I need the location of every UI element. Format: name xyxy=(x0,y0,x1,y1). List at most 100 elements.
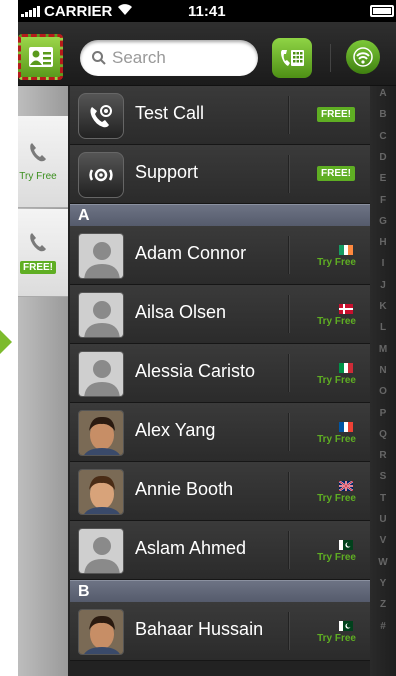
contact-row[interactable]: Adam Connor Try Free xyxy=(70,226,370,285)
status-bar: CARRIER 11:41 xyxy=(18,0,396,22)
index-letter[interactable]: G xyxy=(370,216,396,227)
index-letter[interactable]: E xyxy=(370,173,396,184)
test-call-row[interactable]: Test Call FREE! xyxy=(70,86,370,145)
try-free-button[interactable]: Try Free xyxy=(317,257,356,268)
index-letter[interactable]: Y xyxy=(370,578,396,589)
row-divider xyxy=(288,236,289,274)
contact-name: Aslam Ahmed xyxy=(135,538,247,558)
signal-icon xyxy=(21,5,40,17)
italy-flag-icon xyxy=(339,360,353,373)
highlight-arrow xyxy=(0,330,12,354)
contact-name: Alessia Caristo xyxy=(135,361,256,381)
index-letter[interactable]: R xyxy=(370,450,396,461)
phone-screen: CARRIER 11:41 Search Try Free FREE! Test… xyxy=(18,0,396,676)
phone-icon xyxy=(30,233,46,252)
index-letter[interactable]: Q xyxy=(370,429,396,440)
index-letter[interactable]: J xyxy=(370,280,396,291)
contact-row[interactable]: Alessia Caristo Try Free xyxy=(70,344,370,403)
toolbar-divider xyxy=(330,44,331,72)
index-letter[interactable]: M xyxy=(370,344,396,355)
wifi-icon xyxy=(117,2,133,19)
row-divider xyxy=(288,155,289,193)
index-letter[interactable]: L xyxy=(370,322,396,333)
uk-flag-icon xyxy=(338,478,354,492)
row-divider xyxy=(288,295,289,333)
ireland-flag-icon xyxy=(339,242,353,255)
avatar xyxy=(78,609,124,655)
clock: 11:41 xyxy=(188,3,226,20)
top-bar xyxy=(18,22,396,86)
avatar xyxy=(78,351,124,397)
contact-name: Test Call xyxy=(135,103,205,123)
contact-row[interactable]: Bahaar Hussain Try Free xyxy=(70,602,370,661)
avatar xyxy=(78,292,124,338)
left-action-panel: Try Free FREE! xyxy=(18,86,68,676)
contact-name: Ailsa Olsen xyxy=(135,302,227,322)
try-free-button[interactable]: Try Free xyxy=(317,316,356,327)
row-divider xyxy=(288,472,289,510)
index-letter[interactable]: K xyxy=(370,301,396,312)
contacts-button[interactable] xyxy=(18,34,63,80)
row-divider xyxy=(288,612,289,650)
index-letter[interactable]: W xyxy=(370,557,396,568)
avatar xyxy=(78,528,124,574)
support-row[interactable]: Support FREE! xyxy=(70,145,370,204)
row-divider xyxy=(288,413,289,451)
try-free-button[interactable]: Try Free xyxy=(317,434,356,445)
index-letter[interactable]: F xyxy=(370,195,396,206)
support-icon xyxy=(78,152,124,198)
contact-row[interactable]: Ailsa Olsen Try Free xyxy=(70,285,370,344)
index-letter[interactable]: B xyxy=(370,109,396,120)
index-letter[interactable]: U xyxy=(370,514,396,525)
free-badge: FREE! xyxy=(317,166,355,181)
index-letter[interactable]: C xyxy=(370,131,396,142)
battery-icon xyxy=(370,5,394,17)
index-letter[interactable]: T xyxy=(370,493,396,504)
alphabet-index[interactable]: A B C D E F G H I J K L M N O P Q R S T U V W Y Z # xyxy=(370,86,396,676)
search-input[interactable] xyxy=(112,48,252,68)
index-letter[interactable]: H xyxy=(370,237,396,248)
test-call-icon xyxy=(78,93,124,139)
index-letter[interactable]: Z xyxy=(370,599,396,610)
section-header-b: B xyxy=(70,580,370,602)
index-letter[interactable]: D xyxy=(370,152,396,163)
search-field[interactable] xyxy=(80,40,258,76)
index-letter[interactable]: O xyxy=(370,386,396,397)
search-icon xyxy=(92,51,106,65)
try-free-button[interactable]: Try Free xyxy=(317,552,356,563)
dialpad-button[interactable] xyxy=(272,38,312,78)
contact-name: Annie Booth xyxy=(135,479,234,499)
contact-row[interactable]: Alex Yang Try Free xyxy=(70,403,370,462)
carrier-name: CARRIER xyxy=(44,3,113,20)
index-letter[interactable]: V xyxy=(370,535,396,546)
try-free-call-cell[interactable]: Try Free xyxy=(18,116,68,208)
contact-row[interactable]: Annie Booth Try Free xyxy=(70,462,370,521)
row-divider xyxy=(288,354,289,392)
try-free-button[interactable]: Try Free xyxy=(317,633,356,644)
try-free-button[interactable]: Try Free xyxy=(317,493,356,504)
avatar xyxy=(78,469,124,515)
try-free-label: Try Free xyxy=(19,171,57,182)
index-letter[interactable]: N xyxy=(370,365,396,376)
dialpad-icon xyxy=(281,50,304,66)
index-letter[interactable]: A xyxy=(370,88,396,99)
index-letter[interactable]: S xyxy=(370,471,396,482)
try-free-button[interactable]: Try Free xyxy=(317,375,356,386)
avatar xyxy=(78,233,124,279)
contact-name: Adam Connor xyxy=(135,243,247,263)
contact-name: Support xyxy=(135,162,199,182)
free-badge: FREE! xyxy=(317,107,355,122)
pakistan-flag-icon xyxy=(339,537,353,550)
denmark-flag-icon xyxy=(339,301,353,314)
wifi-button[interactable] xyxy=(346,40,380,74)
index-letter[interactable]: # xyxy=(370,621,396,632)
contact-list: Test Call FREE! Support FREE! A Adam Con… xyxy=(70,86,370,676)
index-letter[interactable]: I xyxy=(370,258,396,269)
row-divider xyxy=(288,531,289,569)
free-call-cell[interactable]: FREE! xyxy=(18,209,68,297)
france-flag-icon xyxy=(339,419,353,432)
contact-row[interactable]: Aslam Ahmed Try Free xyxy=(70,521,370,580)
contacts-icon xyxy=(28,47,53,67)
index-letter[interactable]: P xyxy=(370,408,396,419)
row-divider xyxy=(288,96,289,134)
